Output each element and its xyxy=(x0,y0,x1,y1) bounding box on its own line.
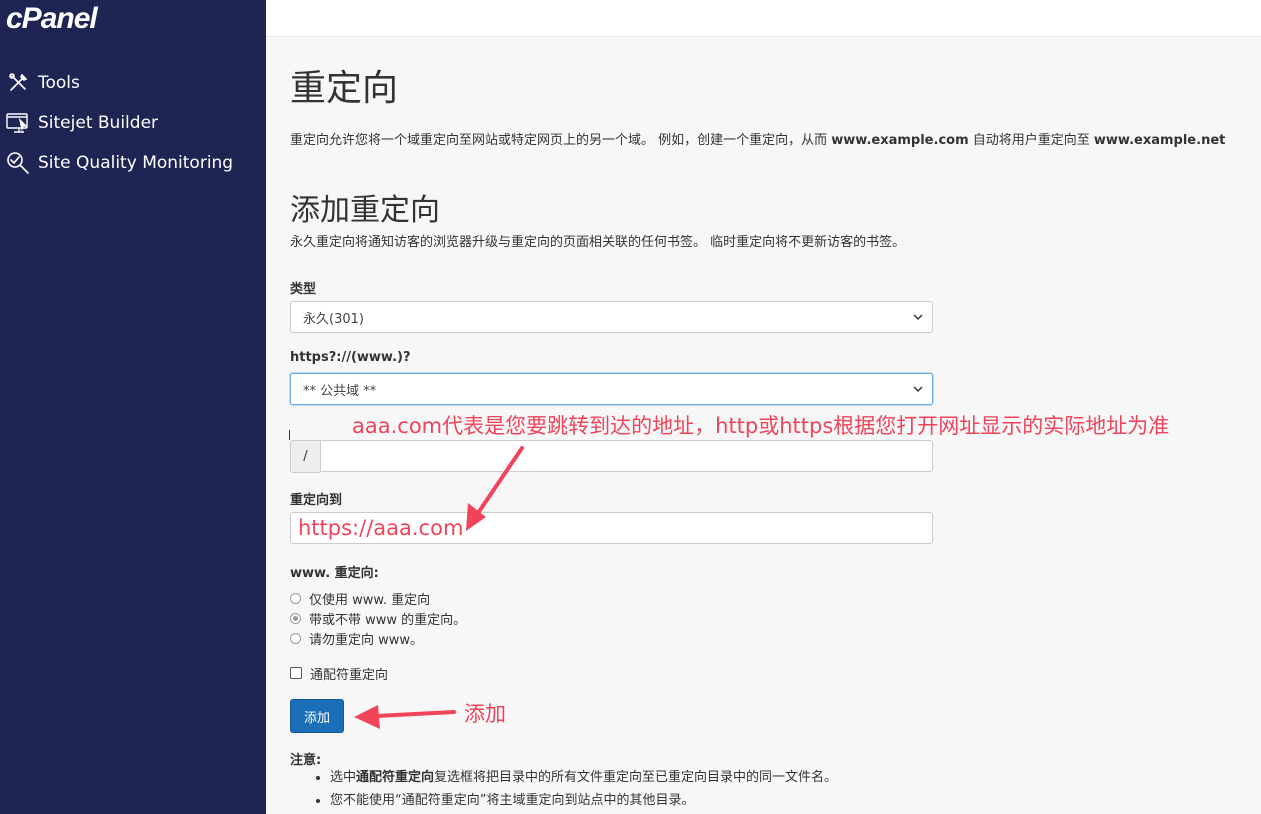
radio-button[interactable] xyxy=(290,592,301,604)
cpanel-logo[interactable]: cPanel xyxy=(6,2,98,36)
sidebar-item-label: Sitejet Builder xyxy=(38,113,159,133)
main-content: 重定向 重定向允许您将一个域重定向至网站或特定网页上的另一个域。 例如，创建一个… xyxy=(266,37,1261,814)
sidebar: cPanel Tools Sitejet Builder Site Qualit… xyxy=(0,0,266,814)
www-option-do-not-redirect[interactable]: 请勿重定向 www。 xyxy=(290,628,466,648)
radio-button[interactable] xyxy=(290,632,301,644)
radio-label: 带或不带 www 的重定向。 xyxy=(309,612,467,628)
type-select[interactable]: 永久(301) xyxy=(290,301,933,333)
add-redirect-title: 添加重定向 xyxy=(290,193,440,228)
domain-annotation: aaa.com代表是您要跳转到达的地址，http或https根据您打开网址显示的… xyxy=(352,414,1170,438)
sidebar-item-site-quality-monitoring[interactable]: Site Quality Monitoring xyxy=(6,148,233,178)
sidebar-item-label: Tools xyxy=(38,73,80,93)
www-redirect-label: www. 重定向: xyxy=(290,566,379,581)
add-redirect-description: 永久重定向将通知访客的浏览器升级与重定向的页面相关联的任何书签。 临时重定向将不… xyxy=(290,235,906,250)
description-text: 重定向允许您将一个域重定向至网站或特定网页上的另一个域。 例如，创建一个重定向，… xyxy=(290,133,832,148)
add-button[interactable]: 添加 xyxy=(290,699,344,733)
path-input-group: / xyxy=(290,440,933,473)
sidebar-item-label: Site Quality Monitoring xyxy=(38,153,234,173)
www-radio-group: 仅使用 www. 重定向 带或不带 www 的重定向。 请勿重定向 www。 xyxy=(290,588,466,648)
redirect-to-value: https://aaa.com xyxy=(298,516,464,540)
domain-label: https?://(www.)? xyxy=(290,350,411,365)
description-text-mid: 自动将用户重定向至 xyxy=(968,133,1094,148)
note-bold-text: 通配符重定向 xyxy=(356,770,435,785)
sitejet-icon xyxy=(6,111,30,135)
annotation-arrow-icon xyxy=(354,705,456,729)
note-item: 选中通配符重定向复选框将把目录中的所有文件重定向至已重定向目录中的同一文件名。 xyxy=(330,766,1230,785)
note-text: 复选框将把目录中的所有文件重定向至已重定向目录中的同一文件名。 xyxy=(434,770,838,785)
tools-icon xyxy=(6,71,30,95)
description-domain-2: www.example.net xyxy=(1093,133,1226,148)
domain-select[interactable]: ** 公共域 ** xyxy=(290,373,933,405)
redirect-to-input[interactable]: https://aaa.com xyxy=(290,512,933,544)
radio-button[interactable] xyxy=(290,612,301,624)
path-input[interactable] xyxy=(320,440,933,472)
type-select-value: 永久(301) xyxy=(303,311,364,327)
note-text: 选中 xyxy=(330,770,357,785)
note-item: 您不能使用“通配符重定向”将主域重定向到站点中的其他目录。 xyxy=(330,789,1230,808)
redirect-to-label: 重定向到 xyxy=(290,493,343,508)
page-title: 重定向 xyxy=(290,68,399,109)
path-prefix: / xyxy=(290,440,320,473)
page-description: 重定向允许您将一个域重定向至网站或特定网页上的另一个域。 例如，创建一个重定向，… xyxy=(290,129,1225,148)
www-option-only-www[interactable]: 仅使用 www. 重定向 xyxy=(290,588,466,608)
radio-label: 请勿重定向 www。 xyxy=(309,632,424,648)
annotation-arrow-icon xyxy=(466,446,524,531)
wildcard-label: 通配符重定向 xyxy=(310,667,389,683)
chevron-down-icon xyxy=(913,386,923,393)
sidebar-item-sitejet-builder[interactable]: Sitejet Builder xyxy=(6,108,158,138)
notes-list: 选中通配符重定向复选框将把目录中的所有文件重定向至已重定向目录中的同一文件名。 … xyxy=(290,766,1230,812)
www-option-with-or-without[interactable]: 带或不带 www 的重定向。 xyxy=(290,608,466,628)
wildcard-checkbox[interactable] xyxy=(290,667,302,679)
top-bar xyxy=(266,0,1261,37)
description-domain-1: www.example.com xyxy=(831,133,969,148)
sidebar-item-tools[interactable]: Tools xyxy=(6,68,80,98)
wildcard-redirect-option[interactable]: 通配符重定向 xyxy=(290,663,388,683)
type-label: 类型 xyxy=(290,282,317,297)
text-cursor xyxy=(289,430,290,440)
add-annotation: 添加 xyxy=(464,702,506,726)
magnifier-icon xyxy=(6,151,30,175)
radio-label: 仅使用 www. 重定向 xyxy=(309,592,431,608)
chevron-down-icon xyxy=(913,314,923,321)
domain-select-value: ** 公共域 ** xyxy=(303,383,377,399)
